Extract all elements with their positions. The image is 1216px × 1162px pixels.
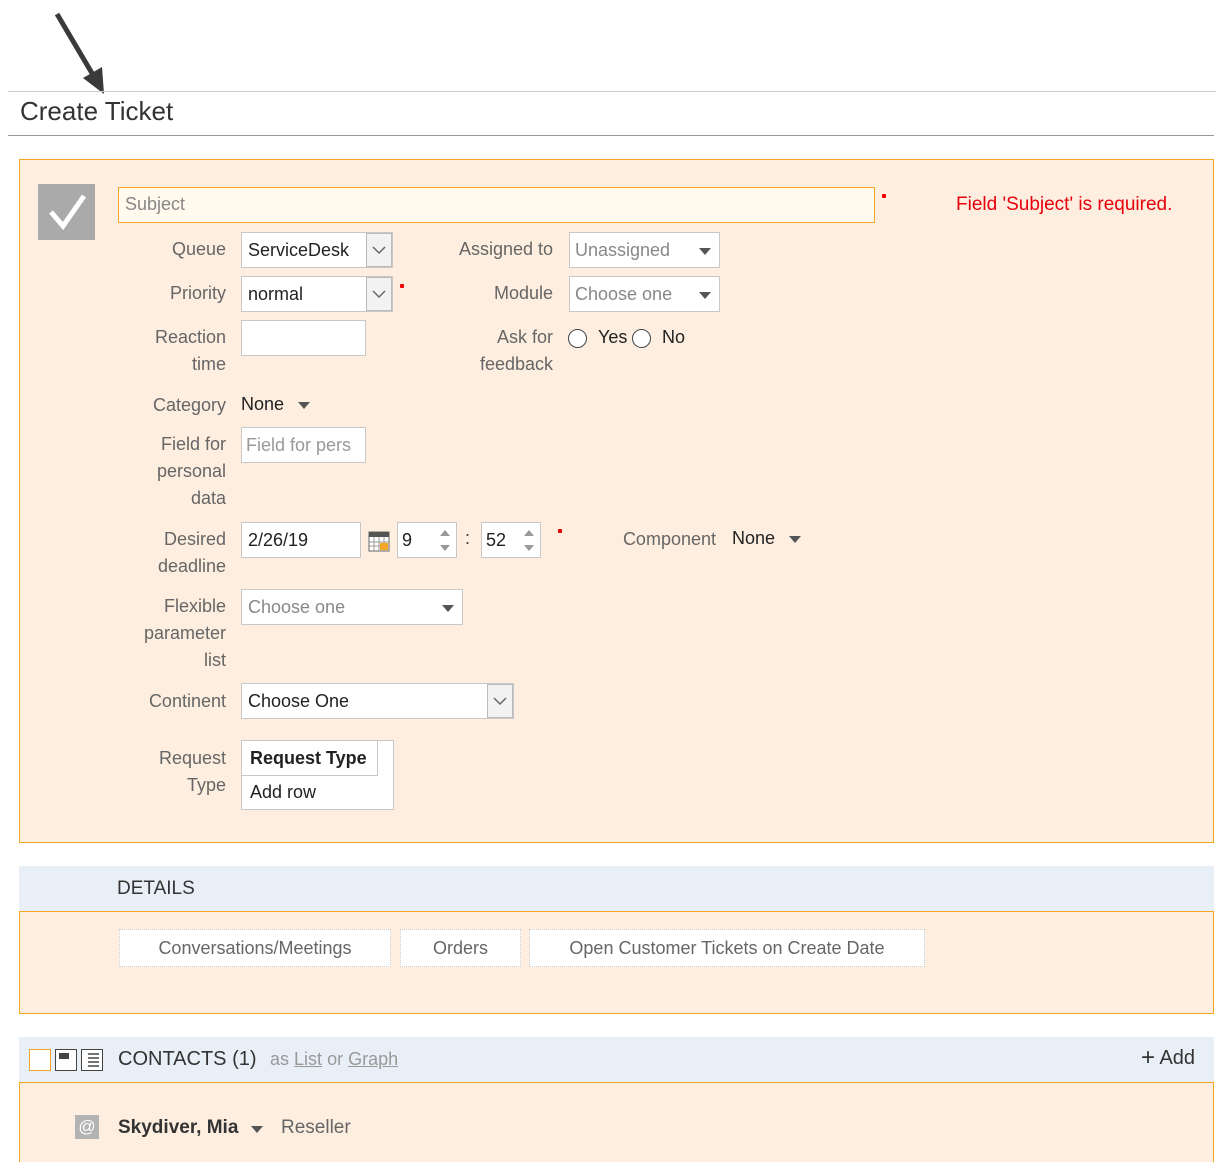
list-link[interactable]: List bbox=[294, 1049, 322, 1069]
component-value: None bbox=[732, 528, 776, 548]
flexible-param-select[interactable]: Choose one bbox=[241, 589, 463, 625]
flexible-param-label: Flexible parameter list bbox=[143, 596, 226, 670]
calendar-icon[interactable] bbox=[368, 530, 390, 552]
assigned-to-label: Assigned to bbox=[458, 239, 553, 259]
component-select[interactable]: None bbox=[732, 528, 802, 549]
category-label: Category bbox=[152, 395, 226, 415]
tab-open-customer-tickets[interactable]: Open Customer Tickets on Create Date bbox=[529, 929, 925, 967]
chevron-up-icon bbox=[440, 530, 450, 536]
feedback-no-radio[interactable] bbox=[632, 329, 651, 348]
desired-deadline-label: Desired deadline bbox=[157, 529, 226, 576]
category-select[interactable]: None bbox=[241, 394, 311, 415]
continent-label: Continent bbox=[148, 691, 226, 711]
personal-data-input[interactable]: Field for pers bbox=[241, 427, 366, 463]
chevron-down-icon bbox=[372, 246, 386, 255]
queue-dropdown-button[interactable] bbox=[366, 233, 392, 267]
email-icon: @ bbox=[75, 1115, 99, 1139]
details-header: DETAILS bbox=[19, 866, 1214, 911]
contact-name[interactable]: Skydiver, Mia bbox=[118, 1117, 238, 1139]
continent-value: Choose One bbox=[248, 691, 350, 711]
contacts-title: CONTACTS (1) bbox=[118, 1048, 257, 1070]
caret-down-icon bbox=[298, 402, 311, 410]
caret-down-icon bbox=[442, 605, 454, 612]
chevron-down-icon bbox=[440, 545, 450, 551]
hour-spinner[interactable] bbox=[434, 522, 456, 558]
feedback-yes-label: Yes bbox=[598, 327, 628, 347]
tab-orders[interactable]: Orders bbox=[400, 929, 521, 967]
details-title: DETAILS bbox=[117, 878, 195, 899]
subject-error: Field 'Subject' is required. bbox=[956, 194, 1173, 215]
request-type-table: Request Type Add row bbox=[241, 740, 394, 810]
priority-value: normal bbox=[248, 284, 304, 304]
chevron-down-icon bbox=[372, 290, 386, 299]
module-label: Module bbox=[493, 283, 553, 303]
caret-down-icon[interactable] bbox=[251, 1126, 263, 1133]
feedback-no-label: No bbox=[662, 327, 686, 347]
module-value: Choose one bbox=[575, 284, 673, 304]
contacts-view-switch: as List or Graph bbox=[270, 1049, 399, 1069]
time-separator: : bbox=[465, 528, 471, 548]
component-label: Component bbox=[622, 529, 716, 549]
plus-icon: + bbox=[1141, 1044, 1156, 1071]
flexible-param-value: Choose one bbox=[248, 597, 346, 617]
subject-input[interactable]: Subject bbox=[118, 187, 875, 223]
title-divider-bottom bbox=[8, 135, 1214, 136]
graph-link[interactable]: Graph bbox=[348, 1049, 398, 1069]
ask-feedback-label: Ask for feedback bbox=[479, 327, 553, 374]
assigned-to-select[interactable]: Unassigned bbox=[569, 232, 720, 268]
chevron-down-icon bbox=[493, 697, 507, 706]
view-list-icon[interactable] bbox=[81, 1049, 103, 1071]
tab-conversations[interactable]: Conversations/Meetings bbox=[119, 929, 391, 967]
category-value: None bbox=[241, 394, 285, 414]
add-row-button[interactable]: Add row bbox=[242, 776, 393, 809]
view-single-icon[interactable] bbox=[29, 1049, 51, 1071]
continent-dropdown-button[interactable] bbox=[487, 684, 513, 718]
feedback-yes-radio[interactable] bbox=[568, 329, 587, 348]
arrow-title bbox=[54, 12, 99, 82]
queue-value: ServiceDesk bbox=[248, 240, 350, 260]
caret-down-icon bbox=[699, 292, 711, 299]
queue-label: Queue bbox=[171, 239, 226, 259]
priority-dropdown-button[interactable] bbox=[366, 277, 392, 311]
reaction-time-label: Reaction time bbox=[154, 327, 226, 374]
add-contact-button[interactable]: + Add bbox=[1141, 1044, 1195, 1071]
chevron-down-icon bbox=[524, 545, 534, 551]
title-divider-top bbox=[8, 91, 1216, 92]
continent-select[interactable]: Choose One bbox=[241, 683, 514, 719]
chevron-up-icon bbox=[524, 530, 534, 536]
deadline-date-input[interactable]: 2/26/19 bbox=[241, 522, 361, 558]
caret-down-icon bbox=[699, 248, 711, 255]
contact-role: Reseller bbox=[281, 1117, 351, 1138]
request-type-column-header: Request Type bbox=[242, 741, 378, 776]
request-type-label: Request Type bbox=[158, 748, 226, 795]
page-title: Create Ticket bbox=[20, 96, 174, 126]
reaction-time-input[interactable] bbox=[241, 320, 366, 356]
view-split-icon[interactable] bbox=[55, 1049, 77, 1071]
assigned-to-value: Unassigned bbox=[575, 240, 671, 260]
personal-data-label: Field for personal data bbox=[156, 434, 226, 508]
caret-down-icon bbox=[789, 536, 802, 544]
check-icon[interactable] bbox=[38, 184, 95, 240]
minute-spinner[interactable] bbox=[518, 522, 540, 558]
required-marker bbox=[882, 194, 886, 198]
priority-label: Priority bbox=[169, 283, 226, 303]
module-select[interactable]: Choose one bbox=[569, 276, 720, 312]
